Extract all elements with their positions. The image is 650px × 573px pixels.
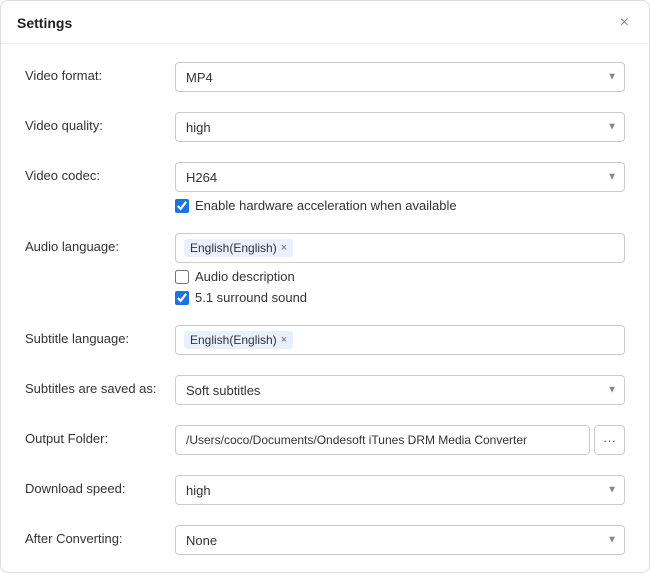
audio-desc-checkbox[interactable] bbox=[175, 270, 189, 284]
close-button[interactable]: × bbox=[616, 13, 633, 33]
settings-window: Settings × Video format: MP4 MKV MOV AVI… bbox=[0, 0, 650, 573]
video-format-control: MP4 MKV MOV AVI ▼ bbox=[175, 62, 625, 92]
video-quality-control: high medium low ▼ bbox=[175, 112, 625, 142]
subtitles-saved-as-row: Subtitles are saved as: Soft subtitles H… bbox=[25, 365, 625, 415]
after-converting-select[interactable]: None Open folder Shutdown bbox=[175, 525, 625, 555]
subtitle-language-tags[interactable]: English(English) × bbox=[175, 325, 625, 355]
output-folder-control: ··· bbox=[175, 425, 625, 455]
subtitle-language-tag: English(English) × bbox=[184, 331, 293, 349]
video-codec-label: Video codec: bbox=[25, 162, 175, 183]
subtitle-language-label: Subtitle language: bbox=[25, 325, 175, 346]
hw-accel-row: Enable hardware acceleration when availa… bbox=[175, 198, 625, 213]
title-bar: Settings × bbox=[1, 1, 649, 44]
hw-accel-checkbox[interactable] bbox=[175, 199, 189, 213]
video-codec-select-wrapper: H264 H265 AV1 ▼ bbox=[175, 162, 625, 192]
tag-close-icon[interactable]: × bbox=[281, 334, 287, 346]
after-converting-label: After Converting: bbox=[25, 525, 175, 546]
subtitle-language-row: Subtitle language: English(English) × bbox=[25, 315, 625, 365]
surround-sound-checkbox[interactable] bbox=[175, 291, 189, 305]
video-quality-select[interactable]: high medium low bbox=[175, 112, 625, 142]
audio-language-tags[interactable]: English(English) × bbox=[175, 233, 625, 263]
surround-sound-row: 5.1 surround sound bbox=[175, 290, 625, 305]
download-speed-control: high medium low ▼ bbox=[175, 475, 625, 505]
audio-language-label: Audio language: bbox=[25, 233, 175, 254]
video-quality-row: Video quality: high medium low ▼ bbox=[25, 102, 625, 152]
after-converting-control: None Open folder Shutdown ▼ bbox=[175, 525, 625, 555]
video-format-select-wrapper: MP4 MKV MOV AVI ▼ bbox=[175, 62, 625, 92]
output-folder-input-row: ··· bbox=[175, 425, 625, 455]
subtitles-saved-as-label: Subtitles are saved as: bbox=[25, 375, 175, 396]
window-title: Settings bbox=[17, 15, 72, 31]
audio-desc-label: Audio description bbox=[195, 269, 295, 284]
subtitles-saved-as-select[interactable]: Soft subtitles Hard subtitles External bbox=[175, 375, 625, 405]
download-speed-select[interactable]: high medium low bbox=[175, 475, 625, 505]
output-folder-input[interactable] bbox=[175, 425, 590, 455]
browse-folder-button[interactable]: ··· bbox=[594, 425, 625, 455]
after-converting-row: After Converting: None Open folder Shutd… bbox=[25, 515, 625, 565]
subtitles-saved-as-select-wrapper: Soft subtitles Hard subtitles External ▼ bbox=[175, 375, 625, 405]
tag-label: English(English) bbox=[190, 241, 277, 255]
audio-language-row: Audio language: English(English) × Audio… bbox=[25, 223, 625, 315]
audio-language-control: English(English) × Audio description 5.1… bbox=[175, 233, 625, 305]
output-folder-label: Output Folder: bbox=[25, 425, 175, 446]
download-speed-select-wrapper: high medium low ▼ bbox=[175, 475, 625, 505]
settings-content: Video format: MP4 MKV MOV AVI ▼ Video qu… bbox=[1, 44, 649, 572]
subtitles-saved-as-control: Soft subtitles Hard subtitles External ▼ bbox=[175, 375, 625, 405]
video-format-select[interactable]: MP4 MKV MOV AVI bbox=[175, 62, 625, 92]
video-format-row: Video format: MP4 MKV MOV AVI ▼ bbox=[25, 52, 625, 102]
output-folder-row: Output Folder: ··· bbox=[25, 415, 625, 465]
video-codec-row: Video codec: H264 H265 AV1 ▼ Enable hard… bbox=[25, 152, 625, 223]
after-converting-select-wrapper: None Open folder Shutdown ▼ bbox=[175, 525, 625, 555]
audio-desc-row: Audio description bbox=[175, 269, 625, 284]
video-format-label: Video format: bbox=[25, 62, 175, 83]
tag-close-icon[interactable]: × bbox=[281, 242, 287, 254]
subtitle-language-control: English(English) × bbox=[175, 325, 625, 355]
surround-sound-label: 5.1 surround sound bbox=[195, 290, 307, 305]
video-codec-select[interactable]: H264 H265 AV1 bbox=[175, 162, 625, 192]
video-quality-label: Video quality: bbox=[25, 112, 175, 133]
video-quality-select-wrapper: high medium low ▼ bbox=[175, 112, 625, 142]
download-speed-label: Download speed: bbox=[25, 475, 175, 496]
audio-language-tag: English(English) × bbox=[184, 239, 293, 257]
video-codec-control: H264 H265 AV1 ▼ Enable hardware accelera… bbox=[175, 162, 625, 213]
tag-label: English(English) bbox=[190, 333, 277, 347]
download-speed-row: Download speed: high medium low ▼ bbox=[25, 465, 625, 515]
hw-accel-label: Enable hardware acceleration when availa… bbox=[195, 198, 457, 213]
